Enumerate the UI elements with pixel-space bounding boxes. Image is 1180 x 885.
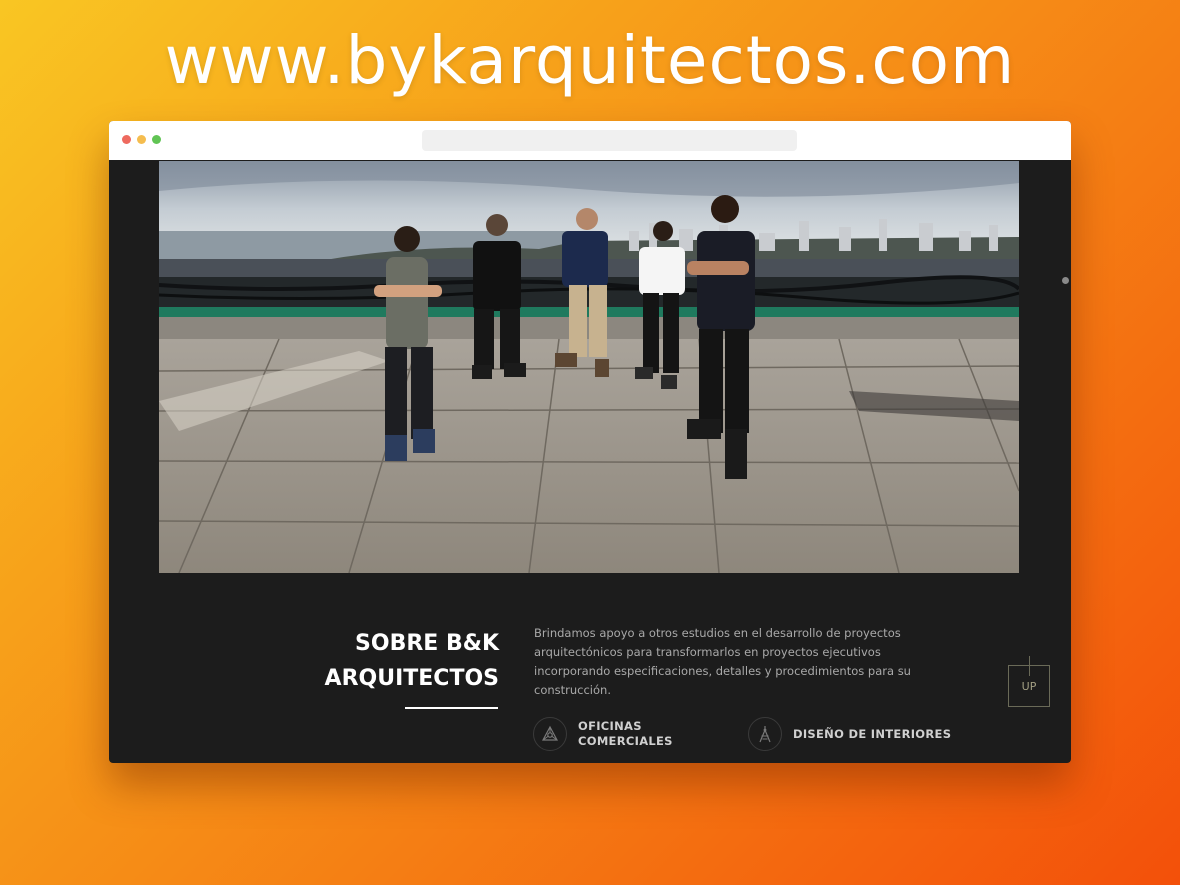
scroll-indicator[interactable] [1062, 277, 1069, 284]
heading-underline [405, 707, 498, 709]
about-description: Brindamos apoyo a otros estudios en el d… [534, 626, 911, 697]
address-bar[interactable] [422, 130, 797, 151]
about-heading-line2: ARQUITECTOS [324, 666, 499, 691]
team-photo [159, 161, 1019, 573]
about-heading-line1: SOBRE B&K [355, 631, 499, 656]
office-icon [533, 717, 567, 751]
maximize-window-dot[interactable] [152, 135, 161, 144]
rooftop-team-photo [159, 161, 1019, 573]
about-heading: SOBRE B&K ARQUITECTOS [299, 626, 499, 696]
service-item-interiors[interactable]: DISEÑO DE INTERIORES [748, 717, 951, 751]
interior-design-icon [748, 717, 782, 751]
minimize-window-dot[interactable] [137, 135, 146, 144]
service-label-interiors: DISEÑO DE INTERIORES [793, 726, 952, 741]
browser-toolbar [109, 121, 1071, 160]
browser-window: SOBRE B&K ARQUITECTOS Brindamos apoyo a … [109, 121, 1071, 763]
site-url-banner: www.bykarquitectos.com [164, 22, 1016, 99]
close-window-dot[interactable] [122, 135, 131, 144]
service-label-offices: OFICINAS COMERCIALES [578, 719, 673, 748]
scroll-up-button[interactable]: UP [1008, 665, 1050, 707]
service-item-offices[interactable]: OFICINAS COMERCIALES [533, 717, 698, 751]
